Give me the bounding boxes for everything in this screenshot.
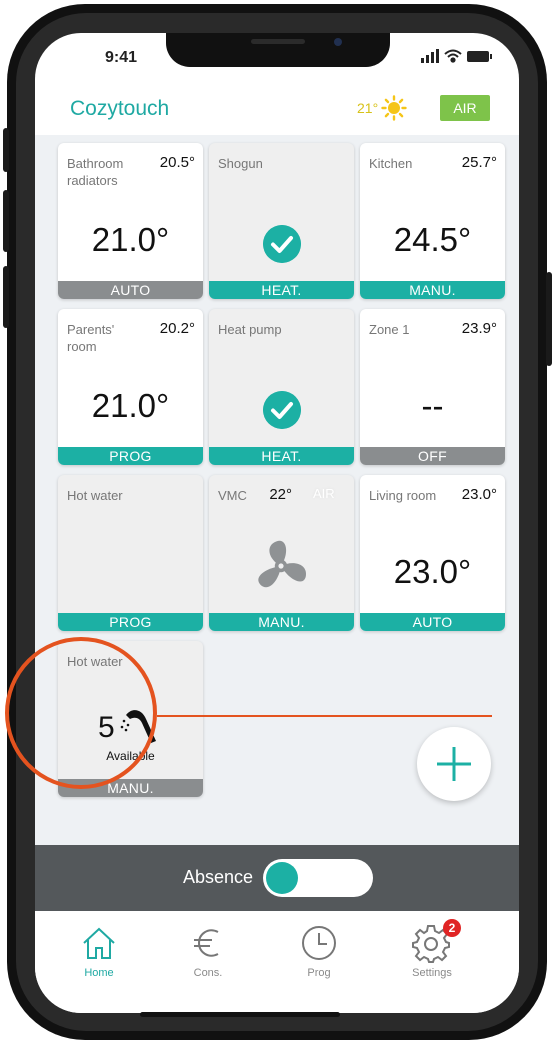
tab-bar: Home Cons. Prog 2 Settings	[35, 911, 519, 1013]
tab-label: Settings	[412, 967, 452, 979]
add-device-button[interactable]	[417, 727, 491, 801]
tile-current-temp: 23.0°	[461, 486, 497, 503]
check-icon	[263, 225, 301, 263]
tile-current-temp: 20.5°	[159, 154, 195, 171]
absence-toggle[interactable]	[263, 859, 373, 897]
tile-setpoint: 24.5°	[393, 221, 472, 258]
sun-icon	[381, 95, 407, 121]
app-header: Cozytouch 21° AIR	[35, 83, 519, 133]
tab-home[interactable]: Home	[54, 921, 144, 981]
tile-heat-pump[interactable]: Heat pump HEAT.	[209, 309, 354, 465]
toggle-knob	[266, 862, 298, 894]
tile-setpoint: 23.0°	[393, 553, 472, 590]
tile-mode: MANU.	[360, 281, 505, 299]
earpiece	[251, 39, 305, 44]
tile-name: Kitchen	[369, 156, 413, 171]
app-screen: 9:41 Cozytouch 21° AIR Bathroom radiator…	[35, 33, 519, 1013]
tile-vmc[interactable]: VMC 22° AIR MANU.	[209, 475, 354, 631]
status-icons	[421, 49, 492, 63]
tile-mode: OFF	[360, 447, 505, 465]
tile-mode: MANU.	[209, 613, 354, 631]
tile-name: Shogun	[218, 156, 263, 171]
status-time: 9:41	[105, 49, 138, 66]
tile-mode: HEAT.	[209, 447, 354, 465]
outdoor-temperature: 21°	[357, 100, 379, 116]
volume-down-button	[3, 266, 9, 328]
tab-label: Cons.	[193, 967, 223, 979]
volume-up-button	[3, 190, 9, 252]
signal-icon	[421, 49, 439, 63]
tile-air-label: AIR	[313, 486, 335, 501]
tile-setpoint: 21.0°	[91, 387, 170, 424]
tile-current-temp: 20.2°	[159, 320, 195, 337]
tab-label: Home	[84, 967, 114, 979]
tile-current-temp: 23.9°	[461, 320, 497, 337]
tile-mode: PROG	[58, 613, 203, 631]
tile-mode: AUTO	[58, 281, 203, 299]
tile-zone-1[interactable]: Zone 1 23.9° -- OFF	[360, 309, 505, 465]
absence-bar: Absence	[35, 845, 519, 911]
clock-icon	[302, 926, 336, 960]
tile-mode: PROG	[58, 447, 203, 465]
check-icon	[263, 391, 301, 429]
mute-switch	[3, 128, 9, 172]
power-button	[546, 272, 552, 366]
tile-setpoint: 21.0°	[91, 221, 170, 258]
tile-setpoint: --	[421, 387, 444, 424]
tab-consumption[interactable]: Cons.	[163, 921, 253, 981]
settings-badge: 2	[443, 919, 461, 937]
home-indicator	[140, 1012, 340, 1017]
tile-bathroom-radiators[interactable]: Bathroom radiators 20.5° 21.0° AUTO	[58, 143, 203, 299]
tile-name: Living room	[369, 488, 437, 503]
air-quality-button[interactable]: AIR	[440, 95, 490, 121]
tile-hot-water[interactable]: Hot water PROG	[58, 475, 203, 631]
tile-name: Hot water	[67, 488, 123, 503]
tile-mode: AUTO	[360, 613, 505, 631]
highlight-pointer-line	[157, 715, 492, 717]
home-icon	[83, 927, 115, 959]
tile-name: Parents' room	[67, 322, 115, 354]
front-camera	[334, 38, 342, 46]
tile-shogun[interactable]: Shogun HEAT.	[209, 143, 354, 299]
tile-name: Zone 1	[369, 322, 410, 337]
battery-icon	[467, 51, 492, 62]
tile-kitchen[interactable]: Kitchen 25.7° 24.5° MANU.	[360, 143, 505, 299]
plus-icon	[437, 747, 471, 781]
absence-label: Absence	[183, 867, 254, 887]
app-title: Cozytouch	[70, 97, 170, 120]
tile-living-room[interactable]: Living room 23.0° 23.0° AUTO	[360, 475, 505, 631]
tab-settings[interactable]: 2 Settings	[387, 919, 477, 981]
tab-label: Prog	[307, 967, 331, 979]
notch	[166, 33, 390, 67]
highlight-circle	[5, 637, 157, 789]
fan-icon	[258, 540, 306, 588]
tile-mode: HEAT.	[209, 281, 354, 299]
euro-icon	[194, 929, 219, 957]
tab-prog[interactable]: Prog	[274, 921, 364, 981]
tile-name: Bathroom radiators	[67, 156, 124, 188]
tile-current-temp: 22°	[269, 486, 292, 503]
tile-name: Heat pump	[218, 322, 282, 337]
tile-parents-room[interactable]: Parents' room 20.2° 21.0° PROG	[58, 309, 203, 465]
tile-current-temp: 25.7°	[461, 154, 497, 171]
wifi-icon	[444, 49, 462, 63]
